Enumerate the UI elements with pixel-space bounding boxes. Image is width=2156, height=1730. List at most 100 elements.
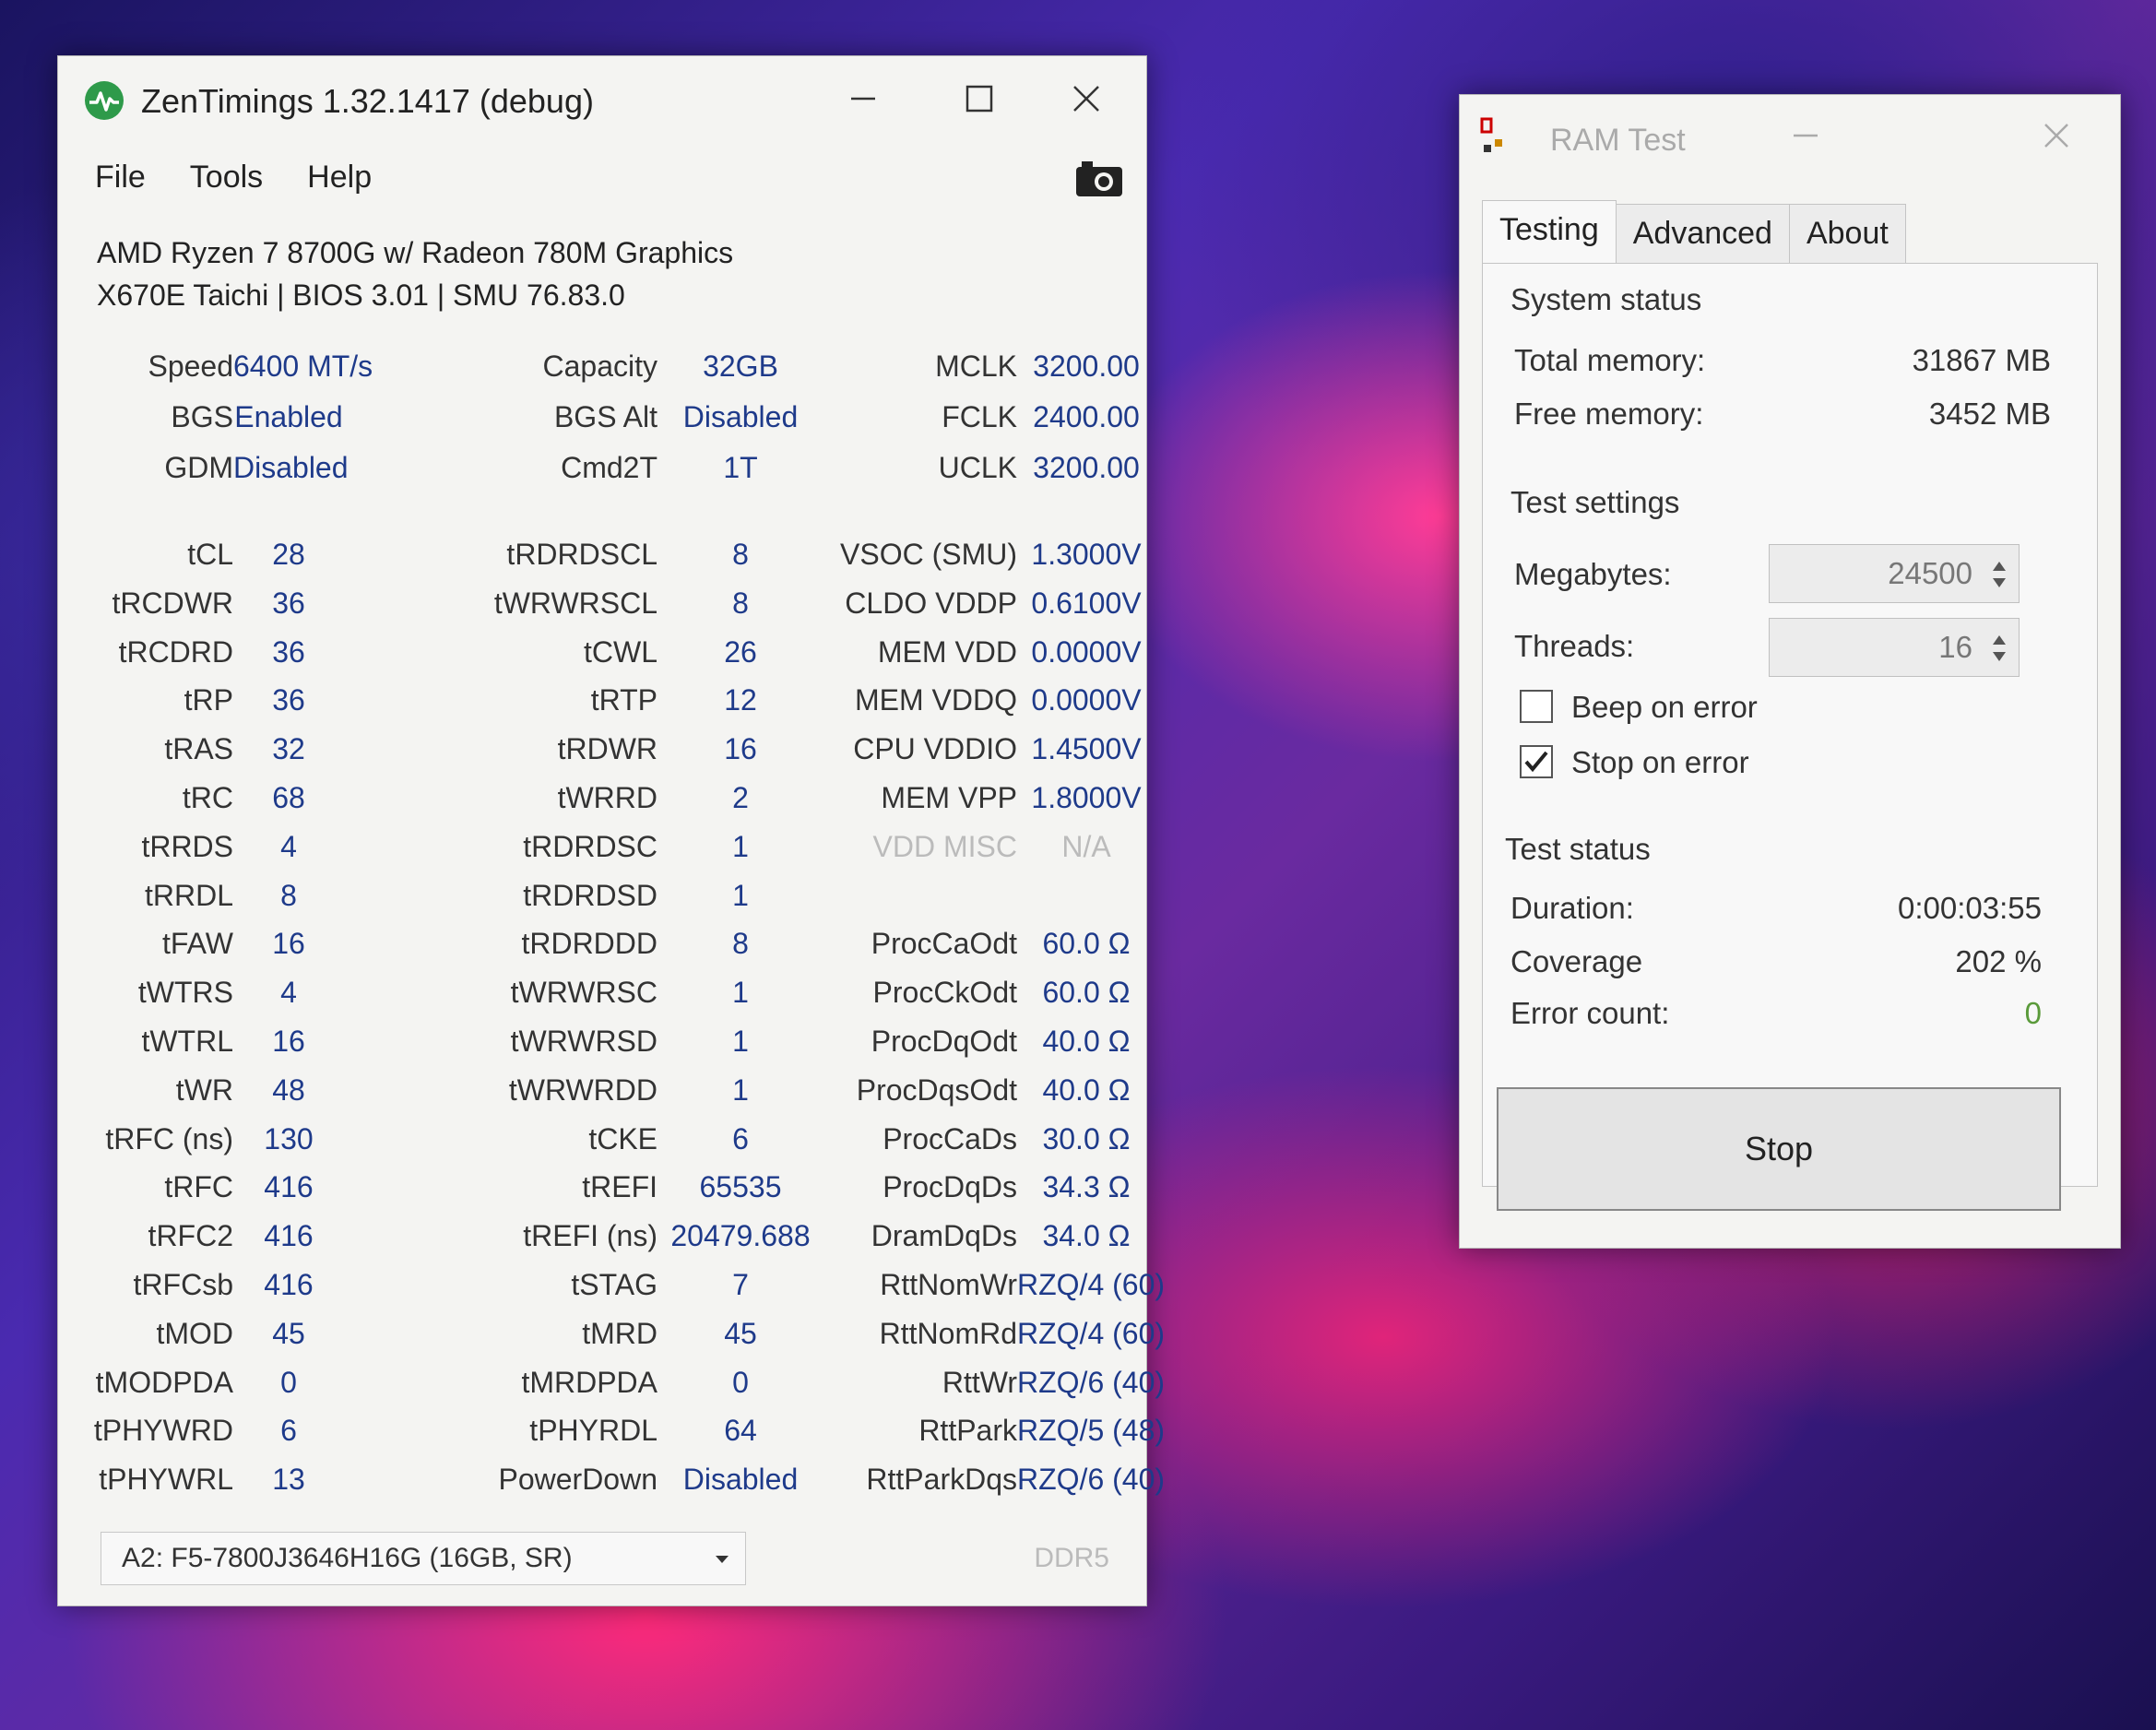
tab-testing[interactable]: Testing (1482, 200, 1617, 267)
memory-type: DDR5 (1034, 1543, 1109, 1573)
spin-arrows-icon[interactable] (1989, 552, 2009, 597)
error-count-value: 0 (2024, 996, 2042, 1030)
timing-value: 1 (732, 1025, 749, 1058)
timing-value: 130 (264, 1121, 314, 1155)
timing-value: 1.3000V (1031, 538, 1142, 571)
timing-value: 1 (732, 878, 749, 912)
close-button[interactable] (1054, 71, 1119, 126)
timing-label: tRRDL (144, 878, 233, 912)
timing-value: 0 (732, 1365, 749, 1399)
timing-label: MEM VDD (877, 634, 1017, 669)
timing-label: tRDRDDD (521, 927, 657, 961)
timing-value: 1 (732, 829, 749, 863)
module-select[interactable]: A2: F5-7800J3646H16G (16GB, SR) (101, 1532, 746, 1585)
minimize-button[interactable] (1773, 108, 1838, 163)
stop-button[interactable]: Stop (1497, 1087, 2061, 1211)
free-memory-label: Free memory: (1514, 397, 1704, 431)
close-icon (2044, 124, 2068, 148)
duration-value: 0:00:03:55 (1898, 891, 2042, 925)
close-button[interactable] (2024, 108, 2089, 163)
timing-label: ProcDqOdt (871, 1025, 1017, 1058)
board-info: X670E Taichi | BIOS 3.01 | SMU 76.83.0 (97, 278, 625, 312)
timing-value: Disabled (682, 400, 799, 433)
timing-label: tWRWRSCL (493, 586, 657, 620)
timing-label: GDM (164, 451, 233, 484)
timing-value: 20479.688 (670, 1219, 811, 1253)
window-title: RAM Test (1550, 123, 1686, 158)
timing-label: tMRDPDA (521, 1365, 657, 1399)
timing-value: 60.0 Ω (1042, 976, 1131, 1010)
timing-label: Speed (148, 350, 233, 383)
timing-value: 48 (272, 1072, 305, 1107)
timing-value: 0.0000V (1031, 634, 1142, 669)
timing-label: tRDWR (557, 732, 657, 766)
menu-help[interactable]: Help (307, 160, 372, 206)
minimize-button[interactable] (831, 71, 895, 126)
timing-value: 64 (724, 1414, 757, 1448)
timing-label: tCWL (584, 634, 657, 669)
timing-label: tWTRL (141, 1025, 233, 1058)
stop-on-error-checkbox[interactable] (1520, 745, 1553, 778)
timing-label: tRRDS (141, 829, 233, 863)
timing-value: 1 (732, 976, 749, 1010)
timing-label: tRAS (164, 732, 233, 766)
cpu-name: AMD Ryzen 7 8700G w/ Radeon 780M Graphic… (97, 236, 734, 269)
timing-label: tPHYRDL (529, 1414, 657, 1448)
timing-label: tRFC (ns) (105, 1121, 233, 1155)
spin-arrows-icon[interactable] (1989, 626, 2009, 670)
maximize-button[interactable] (947, 71, 1012, 126)
timing-value: 416 (264, 1219, 314, 1253)
timing-label: tRDRDSCL (506, 538, 657, 571)
minimize-icon (1794, 134, 1818, 137)
timing-value: 7 (732, 1268, 749, 1301)
duration-label: Duration: (1510, 891, 1634, 925)
beep-on-error-checkbox[interactable] (1520, 690, 1553, 723)
free-memory-value: 3452 MB (1928, 397, 2051, 431)
megabytes-spinner[interactable]: 24500 (1769, 544, 2020, 603)
timing-label: tREFI (582, 1170, 657, 1204)
timing-label: tREFI (ns) (523, 1219, 657, 1253)
timing-value: N/A (1061, 829, 1111, 863)
timing-label: DramDqDs (871, 1219, 1017, 1253)
maximize-icon (965, 85, 993, 113)
ramtest-titlebar[interactable]: RAM Test (1460, 95, 2120, 178)
timing-label: CLDO VDDP (845, 586, 1017, 620)
zentimings-titlebar[interactable]: ZenTimings 1.32.1417 (debug) (58, 56, 1146, 141)
timing-value: 40.0 Ω (1042, 1025, 1131, 1058)
timing-value: 1.4500V (1031, 732, 1142, 766)
timing-value: 16 (272, 1025, 305, 1058)
timing-label: BGS Alt (553, 400, 657, 433)
timing-label: tWRWRSC (510, 976, 657, 1010)
tab-about[interactable]: About (1788, 204, 1906, 266)
timing-label: tWRWRDD (508, 1072, 657, 1107)
timing-label: tRCDWR (112, 586, 233, 620)
timing-label: ProcDqsOdt (856, 1072, 1017, 1107)
timing-label: ProcCaOdt (871, 927, 1017, 961)
total-memory-value: 31867 MB (1912, 343, 2051, 377)
timing-label: FCLK (942, 400, 1017, 433)
timing-value: RZQ/5 (48) (1017, 1414, 1166, 1448)
timing-label: tWRRD (557, 781, 657, 814)
timing-label: tCL (187, 538, 233, 571)
window-title: ZenTimings 1.32.1417 (debug) (141, 82, 594, 120)
beep-on-error-label[interactable]: Beep on error (1571, 690, 1758, 725)
timing-label: RttNomRd (879, 1316, 1017, 1350)
timing-value: 4 (280, 976, 297, 1010)
timing-value: 6400 MT/s (233, 350, 373, 383)
timing-value: 36 (272, 586, 305, 620)
stop-on-error-label[interactable]: Stop on error (1571, 745, 1749, 780)
menu-tools[interactable]: Tools (190, 160, 263, 206)
threads-spinner[interactable]: 16 (1769, 618, 2020, 677)
timing-value: 4 (280, 829, 297, 863)
timing-value: 36 (272, 634, 305, 669)
timing-value: 416 (264, 1268, 314, 1301)
camera-icon[interactable] (1074, 158, 1124, 200)
ram-icon (1480, 117, 1502, 152)
menu-file[interactable]: File (95, 160, 146, 206)
timing-label: tPHYWRD (93, 1414, 233, 1448)
timing-value: 8 (732, 927, 749, 961)
timing-value: RZQ/4 (60) (1017, 1316, 1166, 1350)
threads-label: Threads: (1514, 629, 1635, 663)
tab-advanced[interactable]: Advanced (1615, 204, 1790, 266)
timing-value: 65535 (699, 1170, 782, 1204)
